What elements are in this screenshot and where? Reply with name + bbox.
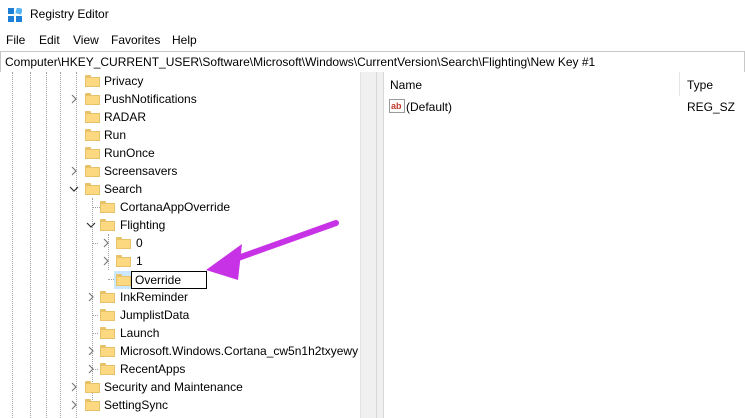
string-value-icon: ab: [389, 99, 405, 113]
menu-edit[interactable]: Edit: [39, 33, 60, 47]
folder-icon: [85, 147, 100, 159]
values-pane[interactable]: Name Type ab (Default) REG_SZ: [384, 72, 745, 418]
address-path[interactable]: Computer\HKEY_CURRENT_USER\Software\Micr…: [5, 55, 595, 69]
value-type: REG_SZ: [687, 100, 736, 114]
menu-favorites[interactable]: Favorites: [111, 33, 160, 47]
chevron-right-icon[interactable]: [86, 292, 96, 302]
menu-help[interactable]: Help: [172, 33, 197, 47]
folder-icon: [100, 363, 115, 375]
chevron-down-icon[interactable]: [86, 220, 96, 230]
pane-splitter[interactable]: [376, 72, 384, 418]
folder-icon: [100, 219, 115, 231]
tree-scrollbar[interactable]: [360, 72, 377, 418]
folder-icon: [100, 309, 115, 321]
chevron-right-icon[interactable]: [101, 256, 111, 266]
folder-icon: [100, 345, 115, 357]
folder-icon: [85, 381, 100, 393]
folder-icon: [85, 93, 100, 105]
folder-icon: [100, 201, 115, 213]
rename-key-input[interactable]: [135, 273, 203, 287]
folder-icon: [85, 399, 100, 411]
folder-icon: [85, 129, 100, 141]
column-separator[interactable]: [679, 72, 680, 96]
menu-view[interactable]: View: [73, 33, 99, 47]
folder-icon: [85, 183, 100, 195]
registry-tree[interactable]: Privacy PushNotifications RADAR Run RunO…: [0, 72, 376, 418]
rename-key-box[interactable]: [131, 271, 207, 289]
folder-icon: [116, 274, 131, 286]
menu-bar: File Edit View Favorites Help: [0, 30, 745, 50]
folder-icon: [116, 255, 131, 267]
folder-icon: [85, 165, 100, 177]
chevron-right-icon[interactable]: [69, 166, 79, 176]
chevron-right-icon[interactable]: [86, 364, 96, 374]
folder-icon: [85, 111, 100, 123]
title-bar: Registry Editor: [0, 0, 745, 30]
window-title: Registry Editor: [30, 7, 109, 21]
chevron-right-icon[interactable]: [69, 382, 79, 392]
chevron-right-icon[interactable]: [69, 94, 79, 104]
folder-icon: [116, 237, 131, 249]
column-header-type[interactable]: Type: [687, 78, 713, 102]
folder-icon: [85, 75, 100, 87]
chevron-right-icon[interactable]: [101, 238, 111, 248]
address-bar[interactable]: Computer\HKEY_CURRENT_USER\Software\Micr…: [0, 51, 745, 73]
registry-editor-icon: [8, 8, 22, 22]
chevron-right-icon[interactable]: [69, 400, 79, 410]
folder-icon: [100, 291, 115, 303]
svg-text:ab: ab: [391, 101, 402, 111]
menu-file[interactable]: File: [6, 33, 25, 47]
folder-icon: [100, 327, 115, 339]
chevron-right-icon[interactable]: [86, 346, 96, 356]
chevron-down-icon[interactable]: [69, 184, 79, 194]
value-name[interactable]: (Default): [406, 100, 452, 118]
